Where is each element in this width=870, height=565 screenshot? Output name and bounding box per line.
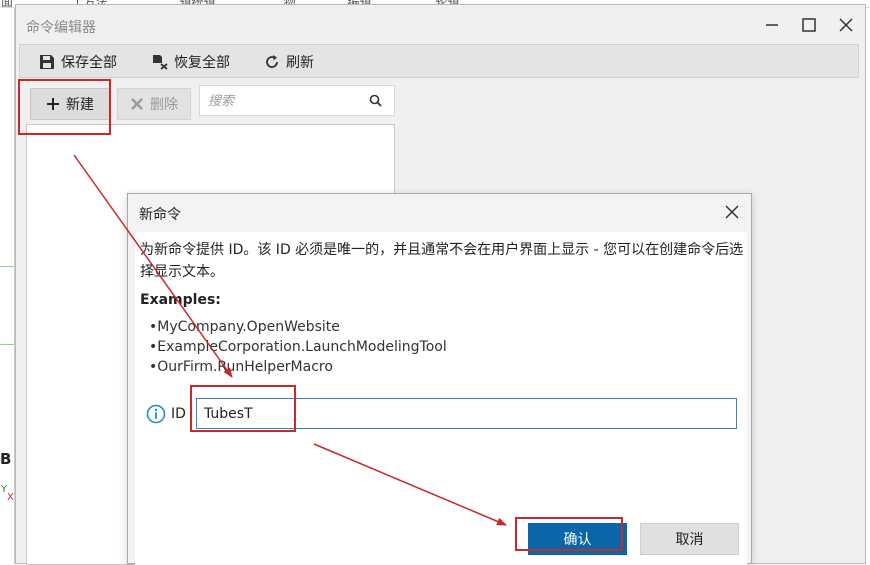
delete-command-label: 删除 [150,97,178,113]
save-all-button[interactable]: 保存全部 [39,51,117,73]
cancel-button[interactable]: 取消 [640,523,739,555]
viewport-grid-line [0,344,14,345]
refresh-button[interactable]: 刷新 [264,51,314,73]
example-item: •OurFirm.RunHelperMacro [149,359,333,375]
info-icon [146,404,166,424]
axis-x-label: X [7,492,14,503]
dialog-title: 新命令 [139,207,181,223]
restore-icon [153,55,168,70]
minimize-button[interactable] [757,13,787,37]
maximize-button[interactable] [794,13,824,37]
new-command-dialog: 新命令 为新命令提供 ID。该 ID 必须是唯一的，并且通常不会在用户界面上显示… [127,193,752,565]
examples-list: •MyCompany.OpenWebsite •ExampleCorporati… [149,317,447,377]
save-icon [40,55,54,69]
editor-toolbar: 保存全部 恢复全部 刷新 [19,44,859,78]
example-item: •MyCompany.OpenWebsite [149,319,340,335]
annotation-highlight-id [190,385,296,432]
minimize-icon [766,24,778,26]
close-window-button[interactable] [831,13,861,37]
search-input[interactable] [208,91,358,111]
background-menu-fragment: 面 [1,0,14,8]
dialog-description: 为新命令提供 ID。该 ID 必须是唯一的，并且通常不会在用户界面上显示 - 您… [140,242,744,280]
refresh-label: 刷新 [286,55,314,71]
viewport-label: B [0,450,12,468]
save-all-label: 保存全部 [61,55,117,71]
annotation-highlight-confirm [515,517,623,551]
dialog-close-icon[interactable] [724,204,740,220]
id-label: ID [171,406,186,422]
annotation-highlight-new [18,79,111,135]
viewport-grid-line [0,266,14,267]
maximize-icon [802,18,816,32]
search-box [199,85,395,116]
examples-title: Examples: [140,292,221,308]
example-item: •ExampleCorporation.LaunchModelingTool [149,339,447,355]
cancel-label: 取消 [675,532,704,548]
window-title: 命令编辑器 [26,20,96,36]
restore-all-button[interactable]: 恢复全部 [152,51,230,73]
restore-all-label: 恢复全部 [174,55,230,71]
delete-icon [131,98,143,110]
delete-command-button[interactable]: 删除 [117,88,191,120]
background-viewport-left: B Y X [0,8,15,564]
close-icon [839,18,853,32]
search-icon[interactable] [369,94,382,107]
refresh-icon [266,55,278,68]
